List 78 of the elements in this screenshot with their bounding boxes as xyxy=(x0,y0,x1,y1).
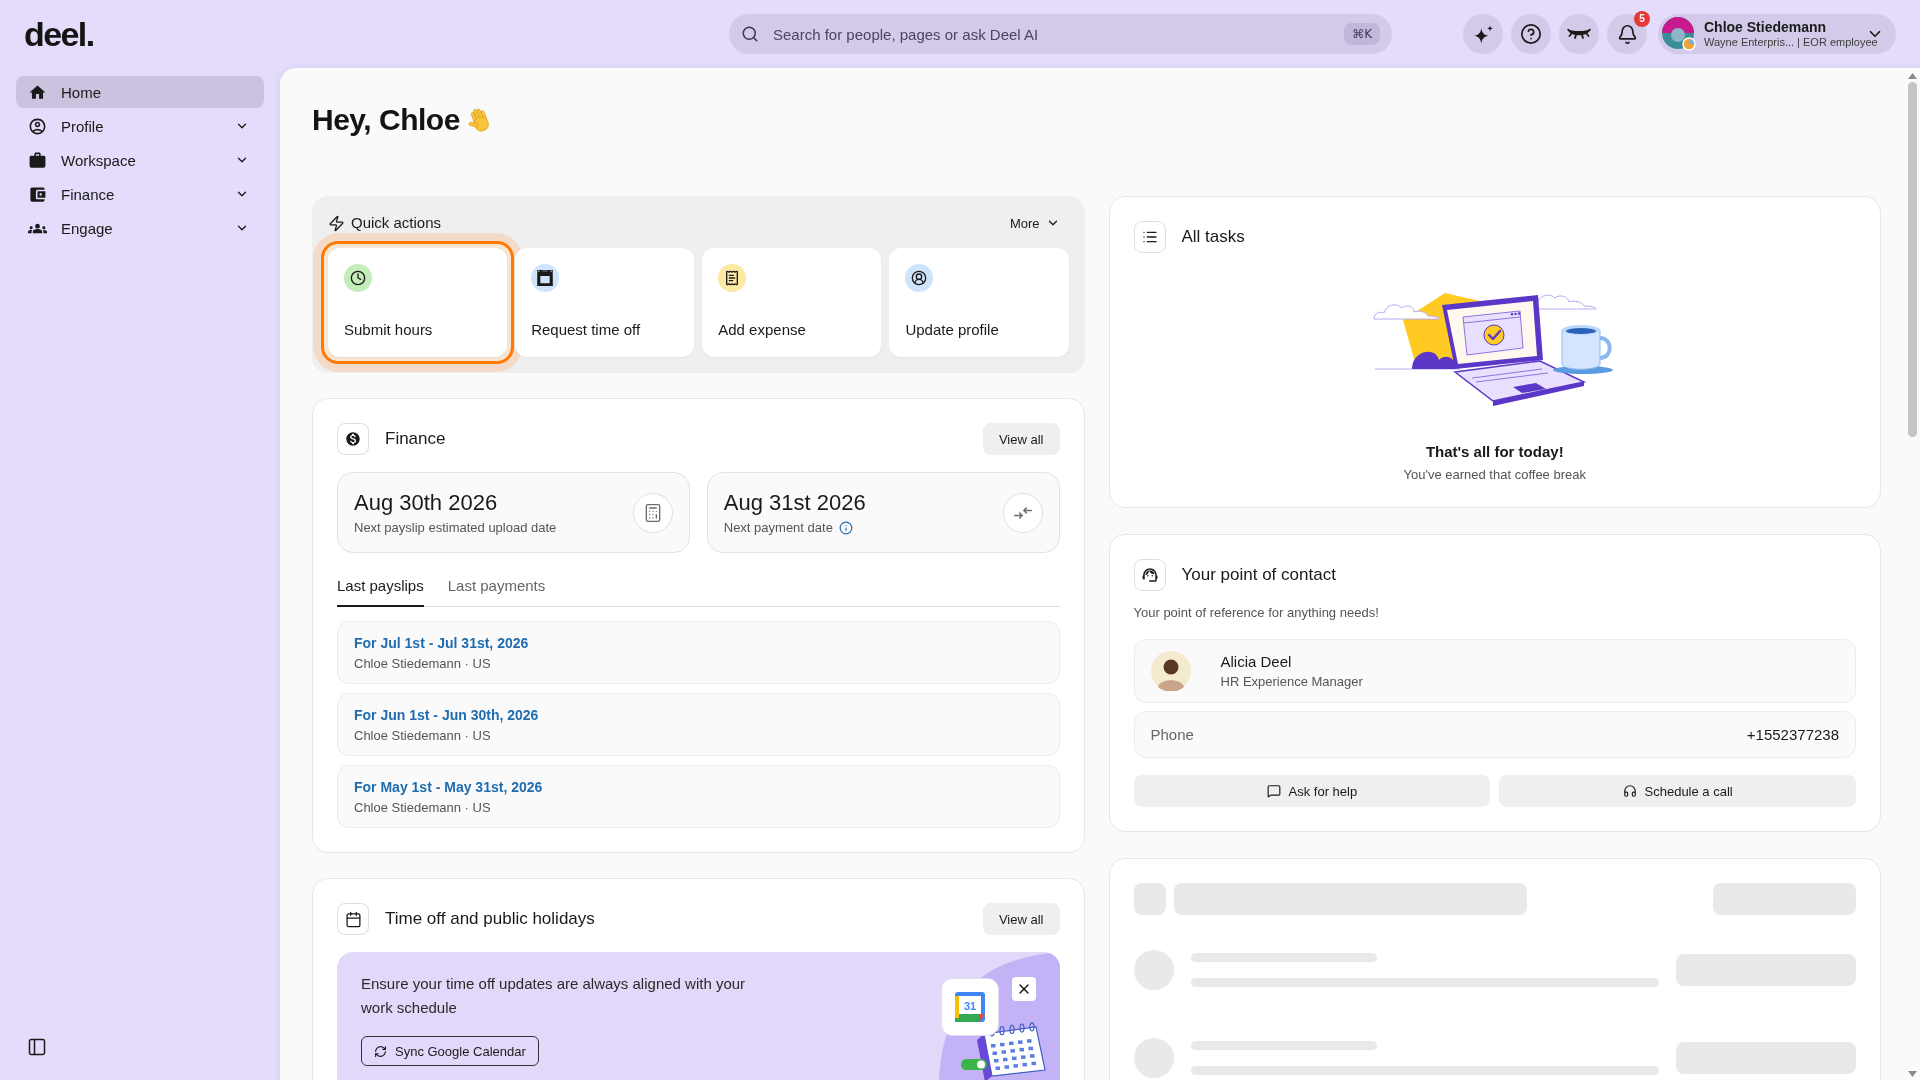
payslip-row[interactable]: For May 1st - May 31st, 2026 Chloe Stiedemann · US xyxy=(337,765,1060,828)
card-title: Time off and public holidays xyxy=(385,909,595,929)
view-all-button[interactable]: View all xyxy=(982,423,1060,455)
sparkle-icon xyxy=(1472,24,1494,44)
payslip-row[interactable]: For Jun 1st - Jun 30th, 2026 Chloe Stiedemann · US xyxy=(337,693,1060,756)
sidebar-item[interactable]: Finance xyxy=(16,178,264,210)
home-icon xyxy=(28,82,47,102)
sync-calendar-button[interactable]: Sync Google Calendar xyxy=(361,1036,539,1066)
avatar-icon xyxy=(1150,651,1191,691)
tab[interactable]: Last payslips xyxy=(337,577,424,607)
quick-action-card[interactable]: Submit hours xyxy=(328,248,508,357)
deel-logo[interactable]: deel. xyxy=(24,17,94,51)
briefcase-icon xyxy=(28,150,47,170)
quick-action-card[interactable]: Request time off xyxy=(515,248,695,357)
payslip-details: Chloe Stiedemann · US xyxy=(354,799,492,816)
stat-caption: Next payslip estimated upload date xyxy=(354,519,557,536)
sparkle-button[interactable] xyxy=(1463,14,1503,54)
shortcut-key: ⌘K xyxy=(1344,23,1380,45)
tab[interactable]: Last payments xyxy=(447,577,546,607)
chat-bubble-icon xyxy=(1266,784,1281,798)
calendar-icon xyxy=(337,903,369,935)
view-all-button[interactable]: View all xyxy=(982,903,1060,935)
sidebar-item[interactable]: Workspace xyxy=(16,144,264,176)
stat-caption: Next payment date xyxy=(723,519,833,536)
contact-name: Alicia Deel xyxy=(1220,652,1293,671)
banner-text: Ensure your time off updates are always aligned with your work schedule xyxy=(361,974,747,1018)
card-title: Finance xyxy=(385,429,446,449)
empty-state-title: That's all for today! xyxy=(1425,443,1564,461)
more-button[interactable]: More xyxy=(1009,215,1060,231)
sidebar-toggle-icon[interactable] xyxy=(27,1037,47,1057)
schedule-call-button[interactable]: Schedule a call xyxy=(1499,775,1856,807)
bell-icon xyxy=(1616,23,1638,45)
notification-count: 5 xyxy=(1634,11,1650,27)
payslip-details: Chloe Stiedemann · US xyxy=(354,655,492,672)
card-title: Your point of contact xyxy=(1181,565,1336,585)
account-menu-button[interactable]: Chloe Stiedemann Wayne Enterpris... | EOR employee xyxy=(1658,14,1896,54)
close-button[interactable] xyxy=(1011,977,1036,1001)
lightning-icon xyxy=(328,214,345,232)
sidebar-item[interactable]: Profile xyxy=(16,110,264,142)
help-button[interactable] xyxy=(1511,14,1551,54)
empty-state-subtitle: You've earned that coffee break xyxy=(1403,467,1586,483)
quick-action-card[interactable]: Update profile xyxy=(889,248,1069,357)
payslip-period: For May 1st - May 31st, 2026 xyxy=(354,777,544,796)
headset-person-icon xyxy=(1133,559,1166,591)
payslip-row[interactable]: For Jul 1st - Jul 31st, 2026 Chloe Stiedemann · US xyxy=(337,621,1060,684)
payslip-details: Chloe Stiedemann · US xyxy=(354,727,492,744)
list-icon xyxy=(1133,221,1166,253)
greeting-heading: Hey, Chloe xyxy=(312,102,460,138)
stat-value: Aug 31st 2026 xyxy=(723,489,867,516)
contact-description: Your point of reference for anything needs! xyxy=(1133,605,1380,621)
sidebar-item[interactable]: Engage xyxy=(16,212,264,244)
wallet-icon xyxy=(28,184,47,204)
closed-eye-icon xyxy=(1567,27,1591,41)
payslip-period: For Jun 1st - Jun 30th, 2026 xyxy=(354,705,540,724)
scroll-down-icon[interactable] xyxy=(1908,1071,1917,1077)
notifications-button[interactable]: 5 xyxy=(1607,14,1647,54)
sidebar-item[interactable]: Home xyxy=(16,76,264,108)
quick-action-card[interactable]: Add expense xyxy=(702,248,882,357)
sync-icon xyxy=(374,1044,387,1058)
quick-actions-title: Quick actions xyxy=(351,213,442,233)
avatar-icon xyxy=(1662,17,1696,51)
scroll-up-icon[interactable] xyxy=(1908,73,1917,79)
contact-role: HR Experience Manager xyxy=(1220,673,1363,690)
coin-icon xyxy=(337,423,369,455)
ask-help-button[interactable]: Ask for help xyxy=(1133,775,1491,807)
help-icon xyxy=(1520,23,1542,45)
scrollbar-thumb[interactable] xyxy=(1908,82,1917,437)
toggle-switch-icon xyxy=(960,1059,987,1070)
info-icon xyxy=(838,520,853,535)
calendar-day-label: 31 xyxy=(963,999,976,1012)
phone-label: Phone xyxy=(1150,726,1194,743)
headphones-icon xyxy=(1622,784,1637,798)
closed-eye-button[interactable] xyxy=(1559,14,1599,54)
stat-value: Aug 30th 2026 xyxy=(354,489,499,516)
payslip-period: For Jul 1st - Jul 31st, 2026 xyxy=(354,633,530,652)
card-title: All tasks xyxy=(1181,227,1245,247)
phone-number: +1552377238 xyxy=(1746,726,1839,743)
search-icon xyxy=(741,25,759,43)
